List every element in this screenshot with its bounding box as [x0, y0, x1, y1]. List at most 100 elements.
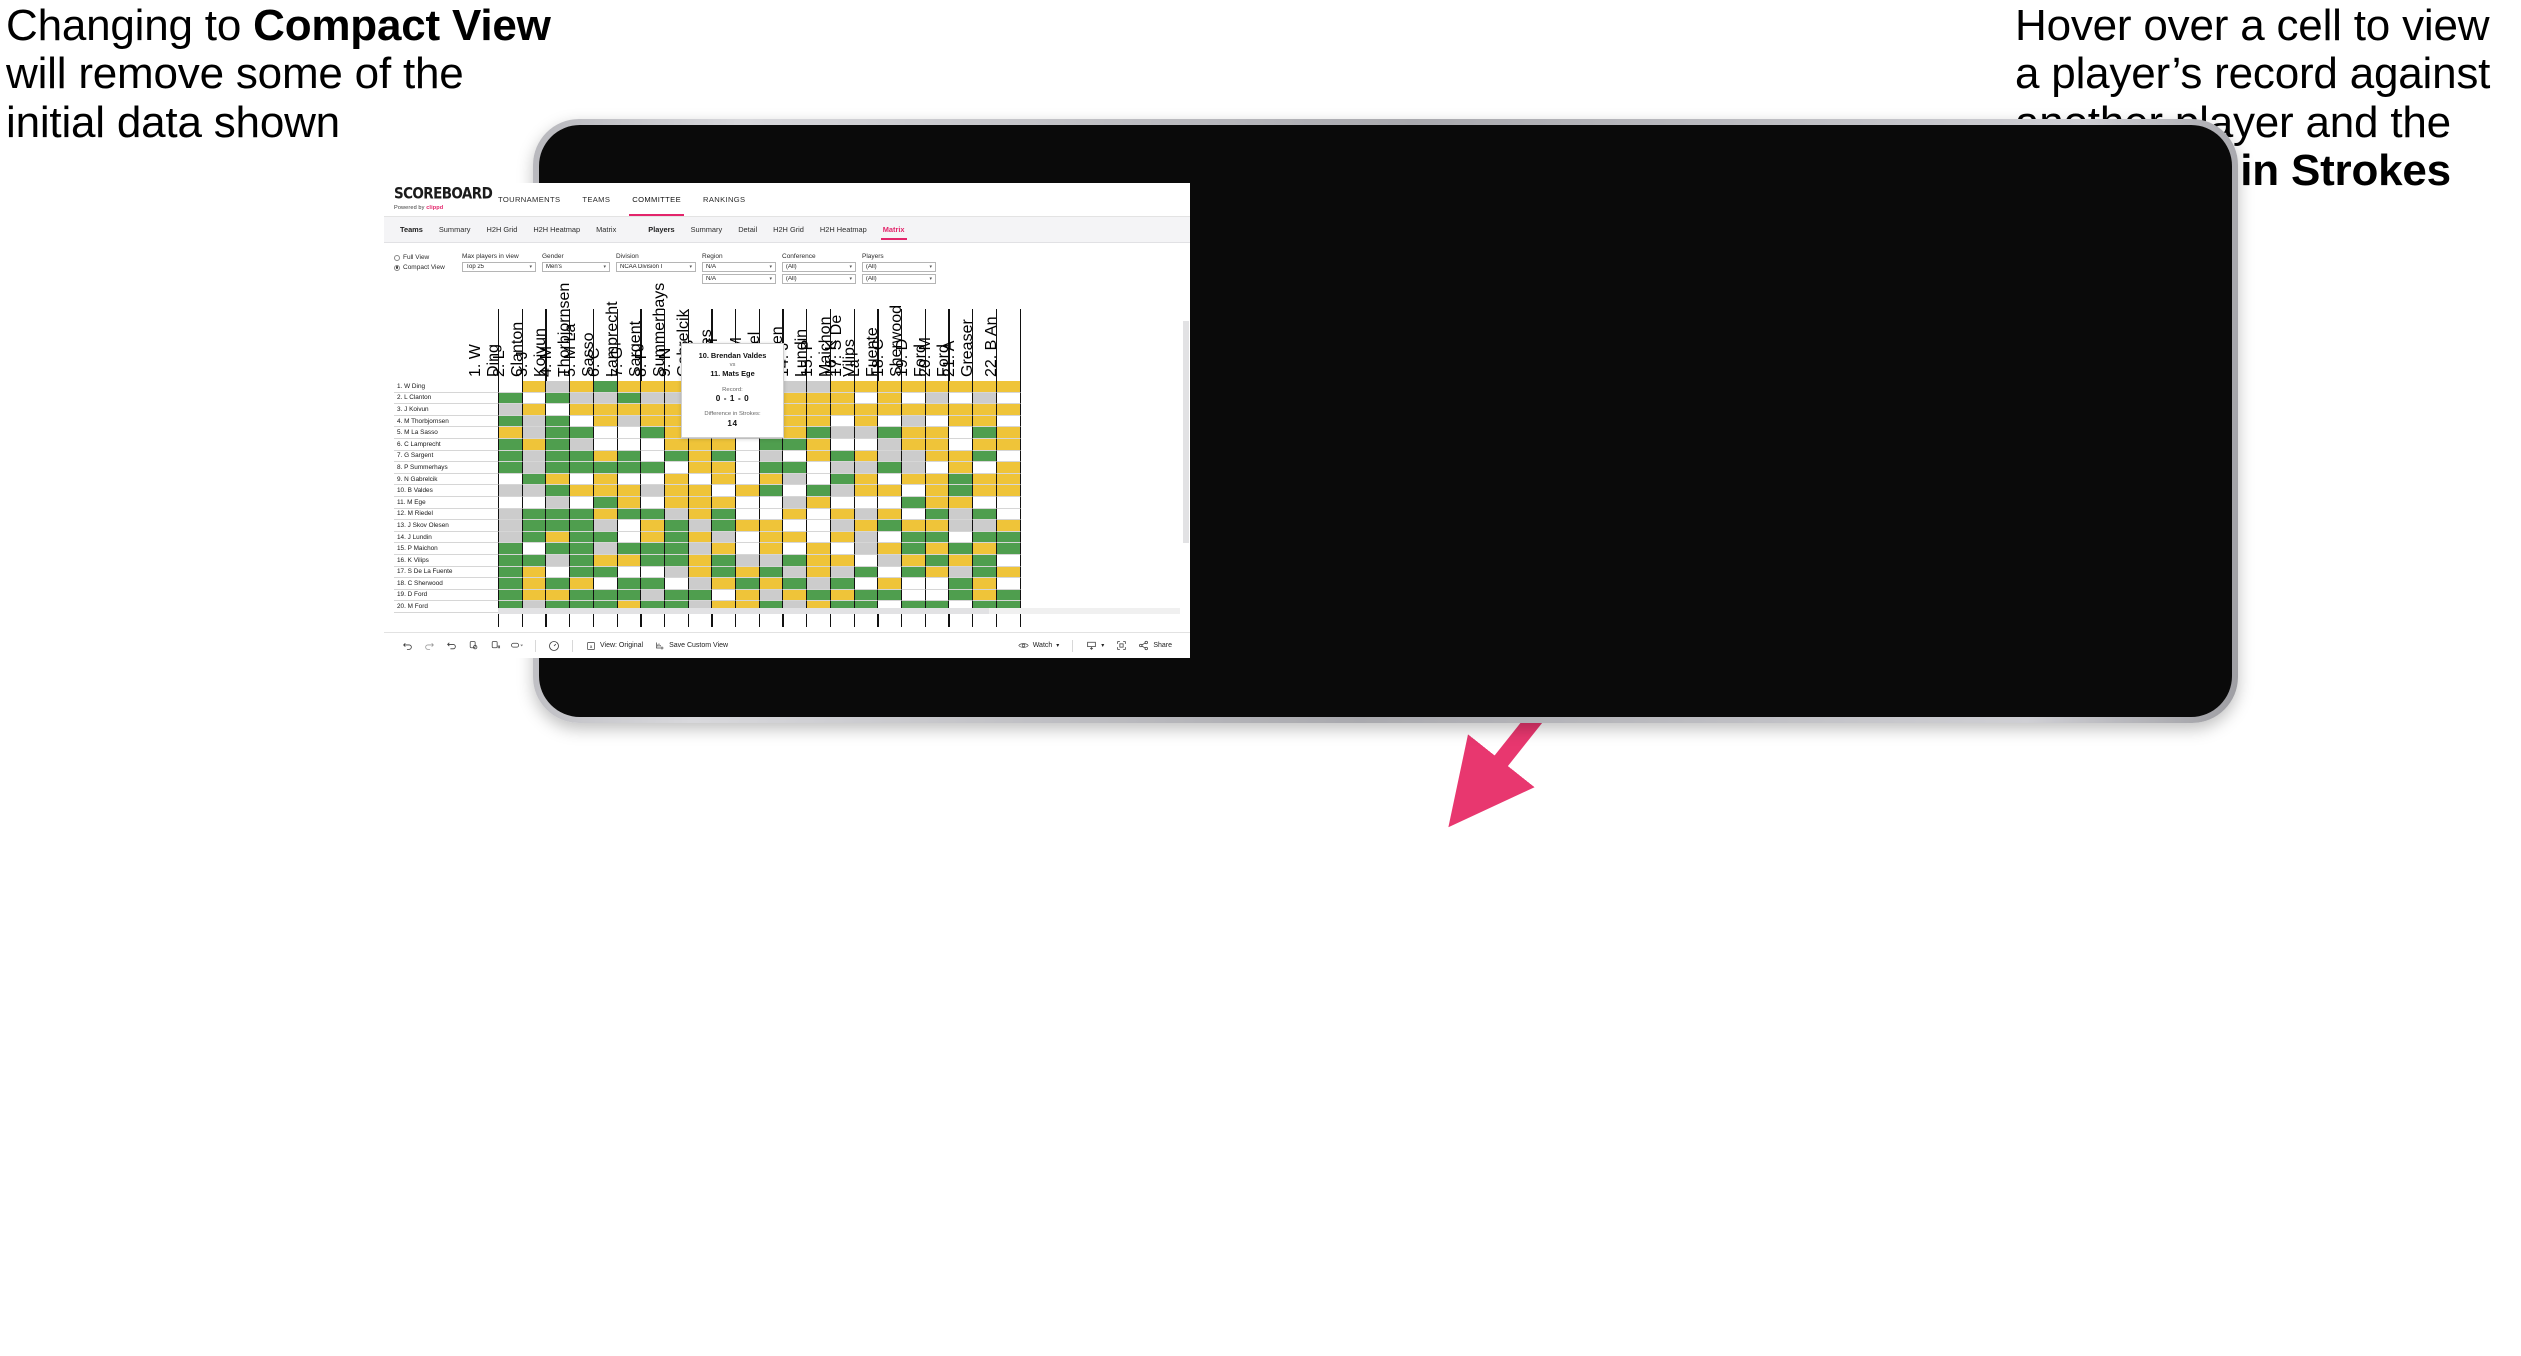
matrix-cell[interactable]	[521, 589, 547, 602]
matrix-cell[interactable]	[900, 392, 926, 405]
matrix-cell[interactable]	[995, 520, 1021, 532]
matrix-cell[interactable]	[877, 427, 903, 439]
matrix-cell[interactable]	[545, 543, 571, 555]
matrix-cell[interactable]	[948, 473, 974, 486]
matrix-cell[interactable]	[806, 554, 832, 567]
matrix-cell[interactable]	[829, 508, 855, 521]
matrix-cell[interactable]	[521, 381, 547, 393]
nav-rankings[interactable]: RANKINGS	[692, 183, 756, 216]
matrix-cell[interactable]	[640, 438, 666, 451]
matrix-cell[interactable]	[616, 485, 642, 497]
matrix-cell[interactable]	[498, 392, 523, 405]
matrix-cell[interactable]	[995, 415, 1021, 428]
matrix-cell[interactable]	[972, 415, 998, 428]
matrix-cell[interactable]	[498, 381, 523, 393]
matrix-cell[interactable]	[711, 496, 737, 509]
matrix-cell[interactable]	[782, 531, 808, 544]
matrix-cell[interactable]	[498, 462, 523, 474]
matrix-cell[interactable]	[995, 438, 1021, 451]
matrix-cell[interactable]	[521, 438, 547, 451]
matrix-cell[interactable]	[545, 462, 571, 474]
matrix-cell[interactable]	[663, 450, 689, 463]
matrix-cell[interactable]	[900, 381, 926, 393]
matrix-cell[interactable]	[853, 381, 879, 393]
matrix-cell[interactable]	[829, 415, 855, 428]
matrix-cell[interactable]	[545, 438, 571, 451]
matrix-cell[interactable]	[521, 404, 547, 416]
matrix-cell[interactable]	[972, 543, 998, 555]
matrix-cell[interactable]	[806, 450, 832, 463]
matrix-cell[interactable]	[782, 450, 808, 463]
matrix-cell[interactable]	[829, 438, 855, 451]
matrix-cell[interactable]	[877, 566, 903, 579]
matrix-cell[interactable]	[592, 520, 618, 532]
matrix-cell[interactable]	[782, 589, 808, 602]
matrix-cell[interactable]	[592, 566, 618, 579]
matrix-cell[interactable]	[877, 438, 903, 451]
matrix-cell[interactable]	[640, 473, 666, 486]
matrix-cell[interactable]	[569, 438, 595, 451]
matrix-cell[interactable]	[521, 473, 547, 486]
matrix-cell[interactable]	[995, 578, 1021, 590]
matrix-cell[interactable]	[569, 473, 595, 486]
matrix-cell[interactable]	[545, 589, 571, 602]
matrix-cell[interactable]	[569, 520, 595, 532]
tab-players-matrix[interactable]: Matrix	[875, 217, 913, 242]
matrix-cell[interactable]	[521, 392, 547, 405]
matrix-cell[interactable]	[687, 543, 713, 555]
matrix-cell[interactable]	[995, 381, 1021, 393]
matrix-cell[interactable]	[829, 578, 855, 590]
matrix-cell[interactable]	[735, 508, 761, 521]
matrix-cell[interactable]	[640, 508, 666, 521]
matrix-cell[interactable]	[640, 415, 666, 428]
matrix-cell[interactable]	[640, 381, 666, 393]
matrix-cell[interactable]	[711, 508, 737, 521]
matrix-cell[interactable]	[758, 438, 784, 451]
matrix-cell[interactable]	[853, 427, 879, 439]
matrix-cell[interactable]	[900, 450, 926, 463]
filter-conference-select[interactable]: (All) ▾	[782, 262, 856, 272]
matrix-cell[interactable]	[498, 473, 523, 486]
matrix-cell[interactable]	[592, 462, 618, 474]
matrix-cell[interactable]	[592, 392, 618, 405]
matrix-cell[interactable]	[877, 381, 903, 393]
save-custom-view-button[interactable]: Save Custom View	[649, 641, 734, 651]
matrix-cell[interactable]	[853, 554, 879, 567]
matrix-cell[interactable]	[972, 531, 998, 544]
matrix-cell[interactable]	[663, 508, 689, 521]
tab-teams-summary[interactable]: Summary	[431, 217, 479, 242]
matrix-cell[interactable]	[545, 520, 571, 532]
matrix-cell[interactable]	[569, 578, 595, 590]
matrix-cell[interactable]	[735, 531, 761, 544]
matrix-cell[interactable]	[853, 589, 879, 602]
matrix-cell[interactable]	[545, 508, 571, 521]
filter-players-select-2[interactable]: (All) ▾	[862, 274, 936, 284]
matrix-cell[interactable]	[877, 578, 903, 590]
matrix-cell[interactable]	[877, 392, 903, 405]
matrix-cell[interactable]	[806, 427, 832, 439]
matrix-cell[interactable]	[616, 496, 642, 509]
matrix-cell[interactable]	[521, 462, 547, 474]
matrix-cell[interactable]	[592, 554, 618, 567]
matrix-cell[interactable]	[569, 531, 595, 544]
filter-conference-select-2[interactable]: (All) ▾	[782, 274, 856, 284]
matrix-cell[interactable]	[900, 578, 926, 590]
matrix-cell[interactable]	[924, 438, 950, 451]
matrix-cell[interactable]	[877, 473, 903, 486]
matrix-cell[interactable]	[995, 392, 1021, 405]
matrix-cell[interactable]	[900, 427, 926, 439]
matrix-cell[interactable]	[995, 589, 1021, 602]
matrix-cell[interactable]	[948, 520, 974, 532]
matrix-cell[interactable]	[711, 589, 737, 602]
matrix-cell[interactable]	[569, 543, 595, 555]
matrix-cell[interactable]	[806, 404, 832, 416]
vertical-scrollbar[interactable]	[1183, 321, 1189, 592]
matrix-cell[interactable]	[972, 381, 998, 393]
matrix-cell[interactable]	[948, 589, 974, 602]
matrix-cell[interactable]	[995, 462, 1021, 474]
matrix-cell[interactable]	[758, 589, 784, 602]
matrix-cell[interactable]	[948, 392, 974, 405]
matrix-cell[interactable]	[521, 554, 547, 567]
matrix-cell[interactable]	[735, 473, 761, 486]
matrix-cell[interactable]	[924, 566, 950, 579]
